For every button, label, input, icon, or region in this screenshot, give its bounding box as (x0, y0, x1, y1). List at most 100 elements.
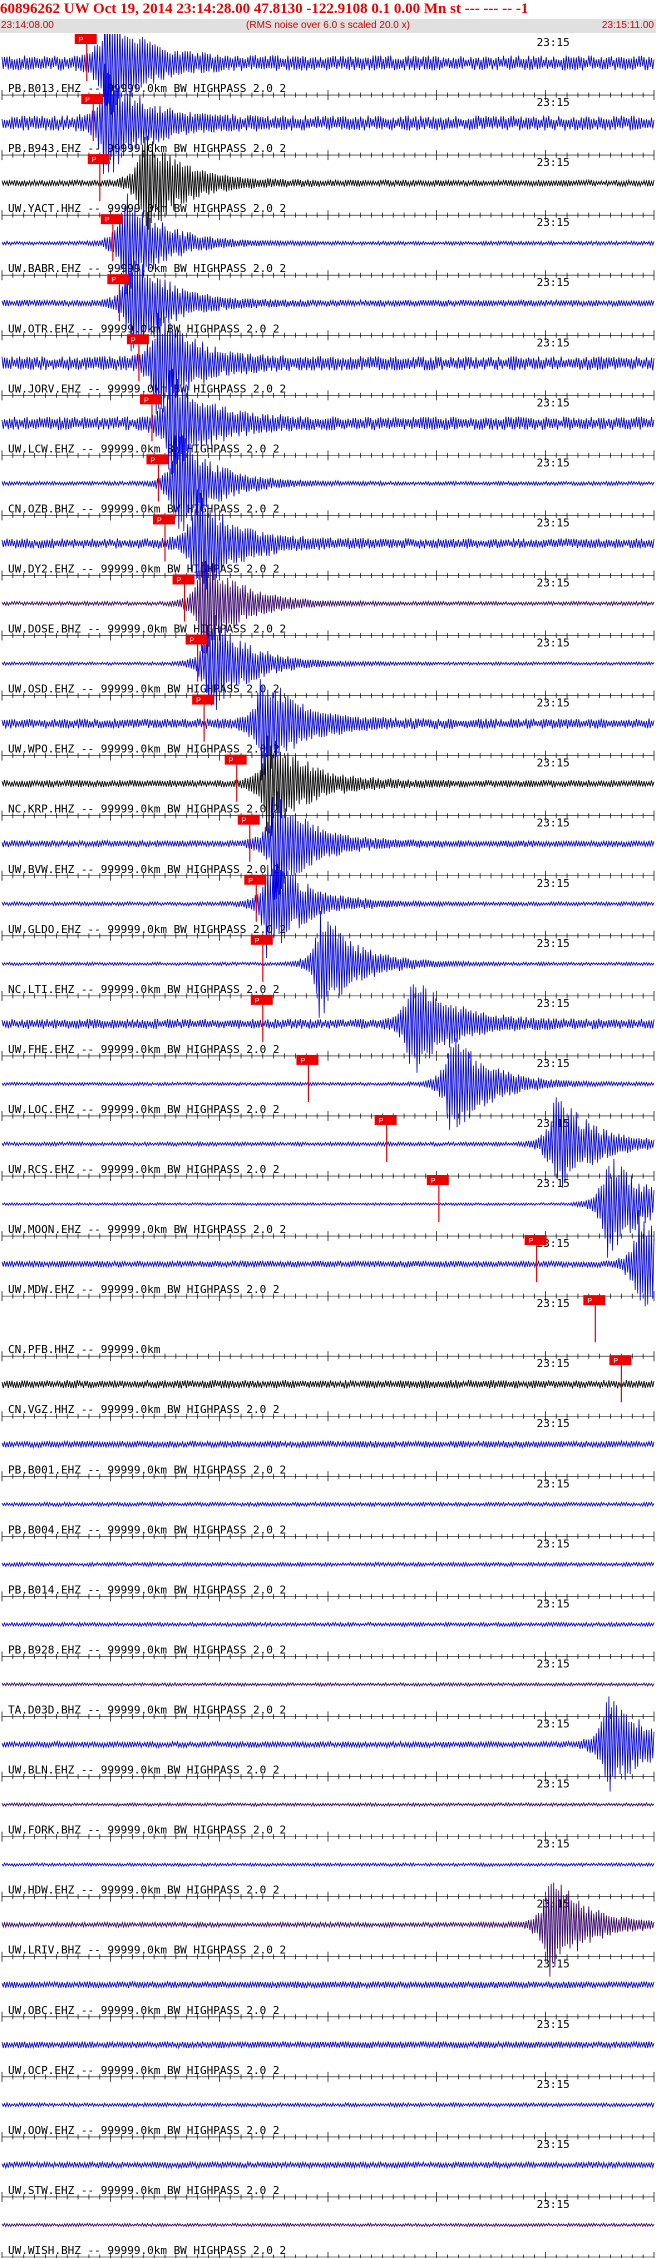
station-label: CN.PFB.HHZ -- 99999.0km (8, 1343, 161, 1356)
pick-label: P (229, 758, 234, 765)
station-label: PB.B014.EHZ -- 99999.0km BW HIGHPASS 2.0… (8, 1583, 286, 1596)
pick-label: P (131, 337, 136, 344)
rms-note: (RMS noise over 6.0 s scaled 20.0 x) (246, 20, 410, 31)
pick-label: P (379, 1118, 384, 1125)
pick-label: P (79, 37, 84, 44)
station-label: NC.LTI.EHZ -- 99999.0km BW HIGHPASS 2.0 … (8, 983, 280, 996)
minute-mark-label: 23:15 (537, 396, 570, 409)
station-label: UW.BLN.EHZ -- 99999.0km BW HIGHPASS 2.0 … (8, 1764, 280, 1777)
minute-mark-label: 23:15 (537, 877, 570, 890)
header-bar: 60896262 UW Oct 19, 2014 23:14:28.00 47.… (0, 0, 656, 34)
pick-label: P (255, 938, 260, 945)
pick-label: P (177, 577, 182, 584)
trace-row: 23:15 TA.D03D.BHZ -- 99999.0km BW HIGHPAS… (1, 1657, 655, 1722)
minute-mark-label: 23:15 (537, 516, 570, 529)
waveform (1, 1681, 655, 1688)
station-label: NC.KRP.HHZ -- 99999.0km BW HIGHPASS 2.0 … (8, 803, 280, 816)
minute-mark-label: 23:15 (537, 1177, 570, 1190)
station-label: TA.D03D.BHZ -- 99999.0km BW HIGHPASS 2.0… (8, 1704, 286, 1717)
pick-label: P (529, 1238, 534, 1245)
minute-mark-label: 23:15 (537, 817, 570, 830)
trace-row: 23:15 PB.B001.EHZ -- 99999.0km BW HIGHPAS… (1, 1417, 655, 1482)
station-label: UW.GLDO.EHZ -- 99999.0km BW HIGHPASS 2.0… (8, 923, 286, 936)
waveform (1, 1561, 655, 1568)
minute-mark-label: 23:15 (537, 96, 570, 109)
pick-label: P (157, 517, 162, 524)
end-time: 23:15:11.00 (601, 20, 654, 31)
minute-mark-label: 23:15 (537, 276, 570, 289)
minute-mark-label: 23:15 (537, 2018, 570, 2031)
minute-mark-label: 23:15 (537, 1417, 570, 1430)
minute-mark-label: 23:15 (537, 1958, 570, 1971)
seismogram-panel: 23:15 PB.B013.EHZ -- 99999.0km BW HIGHPAS… (1, 34, 655, 2258)
station-label: UW.HDW.EHZ -- 99999.0km BW HIGHPASS 2.0 … (8, 1884, 280, 1897)
station-label: UW.BVW.EHZ -- 99999.0km BW HIGHPASS 2.0 … (8, 863, 280, 876)
trace-row: 23:15 UW.OCP.EHZ -- 99999.0km BW HIGHPASS… (1, 2018, 655, 2082)
station-label: UW.MOON.EHZ -- 99999.0km BW HIGHPASS 2.0… (8, 1223, 286, 1236)
station-label: UW.BABR.EHZ -- 99999.0km BW HIGHPASS 2.0… (8, 262, 286, 275)
minute-mark-label: 23:15 (537, 2198, 570, 2211)
waveform (1, 1980, 655, 1990)
waveform (1, 1621, 655, 1628)
waveform (1, 1501, 655, 1508)
station-label: UW.LOC.EHZ -- 99999.0km BW HIGHPASS 2.0 … (8, 1103, 280, 1116)
pick-label: P (190, 638, 195, 645)
pick-label: P (300, 1058, 305, 1065)
minute-mark-label: 23:15 (537, 2138, 570, 2151)
minute-mark-label: 23:15 (537, 1657, 570, 1670)
station-label: PB.B004.EHZ -- 99999.0km BW HIGHPASS 2.0… (8, 1523, 286, 1536)
minute-mark-label: 23:15 (537, 1718, 570, 1731)
waveform (1, 2040, 655, 2050)
station-label: UW.OBC.EHZ -- 99999.0km BW HIGHPASS 2.0 … (8, 2004, 280, 2017)
minute-mark-label: 23:15 (537, 697, 570, 710)
trace-row: 23:15 UW.FORK.BHZ -- 99999.0km BW HIGHPAS… (1, 1778, 655, 1842)
trace-row: 23:15 PB.B928.EHZ -- 99999.0km BW HIGHPAS… (1, 1597, 655, 1662)
trace-row: 23:15 UW.OBC.EHZ -- 99999.0km BW HIGHPASS… (1, 1958, 655, 2022)
station-label: PB.B001.EHZ -- 99999.0km BW HIGHPASS 2.0… (8, 1463, 286, 1476)
waveform (1, 1801, 655, 1808)
minute-mark-label: 23:15 (537, 1778, 570, 1791)
minute-mark-label: 23:15 (537, 637, 570, 650)
station-label: PB.B013.EHZ -- 99999.0km BW HIGHPASS 2.0… (8, 82, 286, 95)
pick-label: P (196, 698, 201, 705)
pick-label: P (92, 157, 97, 164)
minute-mark-label: 23:15 (537, 997, 570, 1010)
station-label: UW.DOSE.BHZ -- 99999.0km BW HIGHPASS 2.0… (8, 623, 286, 636)
minute-mark-label: 23:15 (537, 1597, 570, 1610)
minute-mark-label: 23:15 (537, 156, 570, 169)
trace-row: 23:15 UW.STW.EHZ -- 99999.0km BW HIGHPASS… (1, 2138, 655, 2202)
minute-mark-label: 23:15 (537, 2078, 570, 2091)
station-label: UW.DY2.EHZ -- 99999.0km BW HIGHPASS 2.0 … (8, 562, 280, 575)
station-label: CN.OZB.BHZ -- 99999.0km BW HIGHPASS 2.0 … (8, 502, 280, 515)
minute-mark-label: 23:15 (537, 1057, 570, 1070)
station-label: UW.LCW.EHZ -- 99999.0km BW HIGHPASS 2.0 … (8, 442, 280, 455)
waveform (1, 2101, 655, 2109)
station-label: UW.LRIV.BHZ -- 99999.0km BW HIGHPASS 2.0… (8, 1944, 286, 1957)
station-label: UW.WPO.EHZ -- 99999.0km BW HIGHPASS 2.0 … (8, 743, 280, 756)
minute-mark-label: 23:15 (537, 1357, 570, 1370)
pick-label: P (111, 277, 116, 284)
minute-mark-label: 23:15 (537, 1297, 570, 1310)
minute-mark-label: 23:15 (537, 336, 570, 349)
minute-mark-label: 23:15 (537, 576, 570, 589)
minute-mark-label: 23:15 (537, 1838, 570, 1851)
trace-row: 23:15 PB.B014.EHZ -- 99999.0km BW HIGHPAS… (1, 1537, 655, 1602)
trace-row: 23:15 PB.B004.EHZ -- 99999.0km BW HIGHPAS… (1, 1477, 655, 1542)
station-label: UW.STW.EHZ -- 99999.0km BW HIGHPASS 2.0 … (8, 2184, 280, 2197)
station-label: UW.FHE.EHZ -- 99999.0km BW HIGHPASS 2.0 … (8, 1043, 280, 1056)
pick-label: P (613, 1358, 618, 1365)
station-label: PB.B928.EHZ -- 99999.0km BW HIGHPASS 2.0… (8, 1643, 286, 1656)
waveform (1, 1439, 655, 1450)
station-label: UW.RCS.EHZ -- 99999.0km BW HIGHPASS 2.0 … (8, 1163, 280, 1176)
station-label: CN.VGZ.HHZ -- 99999.0km BW HIGHPASS 2.0 … (8, 1403, 280, 1416)
minute-mark-label: 23:15 (537, 937, 570, 950)
trace-row: 23:15 UW.OOW.EHZ -- 99999.0km BW HIGHPASS… (1, 2078, 655, 2142)
event-title: 60896262 UW Oct 19, 2014 23:14:28.00 47.… (0, 1, 529, 17)
pick-label: P (255, 998, 260, 1005)
waveform (1, 1379, 655, 1389)
trace-row: 23:15 UW.WISH.BHZ -- 99999.0km BW HIGHPAS… (1, 2198, 655, 2258)
pick-label: P (85, 97, 90, 104)
minute-mark-label: 23:15 (537, 757, 570, 770)
pick-label: P (242, 818, 247, 825)
station-label: UW.OCP.EHZ -- 99999.0km BW HIGHPASS 2.0 … (8, 2064, 280, 2077)
